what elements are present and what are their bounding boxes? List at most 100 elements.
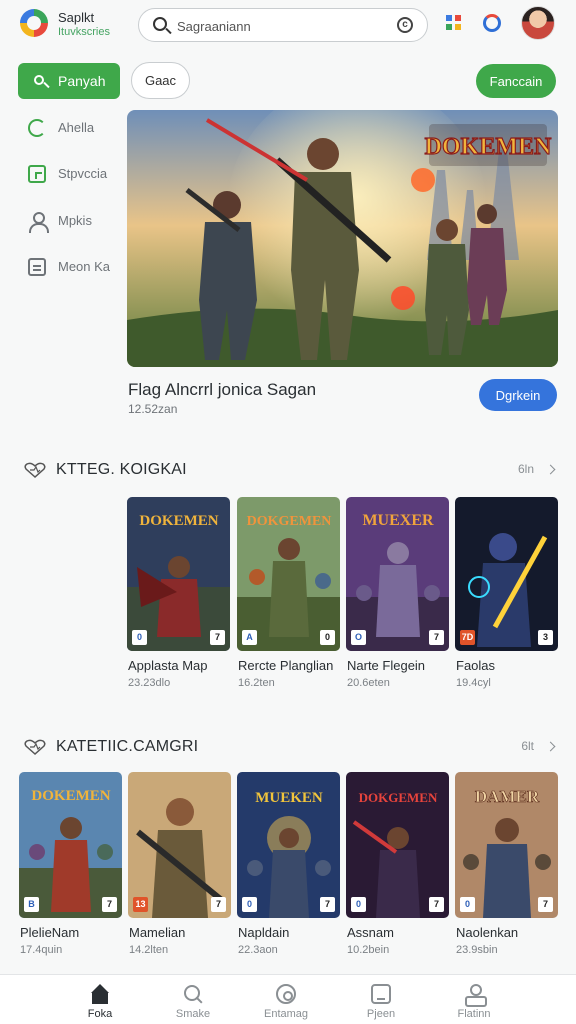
search-input[interactable] xyxy=(177,16,377,36)
app-name: Saplkt xyxy=(58,10,95,25)
card-badge-right: 7 xyxy=(320,897,335,912)
nav-item-entamag[interactable]: Entamag xyxy=(238,975,334,1024)
nav-item-pjeen[interactable]: Pjeen xyxy=(333,975,429,1024)
hero-meta: 12.52zan xyxy=(128,402,178,416)
profile-icon xyxy=(464,984,487,1007)
filter-chip[interactable]: Gaac xyxy=(131,62,190,99)
hero-title: Flag Alncrrl jonica Sagan xyxy=(128,380,317,399)
card-meta: 10.2bein xyxy=(347,944,390,956)
document-icon xyxy=(28,165,46,183)
card-badge-right: 7 xyxy=(211,897,226,912)
card-badge-left: B xyxy=(24,897,39,912)
card-logo-text: DOKGEMEN xyxy=(359,790,438,805)
card-logo-text: MUEXER xyxy=(362,512,434,529)
media-icon xyxy=(371,984,391,1004)
card-title: Rercte Planglian xyxy=(238,658,334,673)
search-key-icon xyxy=(34,75,44,85)
chevron-right-icon[interactable] xyxy=(545,741,556,752)
card-badge-right: 7 xyxy=(538,897,553,912)
card-badge-left: A xyxy=(242,630,257,645)
avatar[interactable] xyxy=(521,6,555,40)
section-header: KTTEG. KOIGKAI 6ln xyxy=(22,458,558,482)
game-thumbnail[interactable]: MUEXER O 7 xyxy=(346,497,449,651)
card-meta: 22.3aon xyxy=(238,944,278,956)
sidebar-item-label: Stpvccia xyxy=(58,166,108,181)
card-meta: 16.2ten xyxy=(238,677,275,689)
refresh-icon xyxy=(28,119,46,137)
card-logo-text: DOKEMEN xyxy=(139,513,218,529)
game-thumbnail[interactable]: DOKEMEN B 7 xyxy=(19,772,122,918)
section-header: KATETIIC.CAMGRI 6lt xyxy=(22,735,558,759)
card-badge-right: 3 xyxy=(538,630,553,645)
sidebar-item-mpkis[interactable]: Mpkis xyxy=(24,207,122,235)
game-thumbnail[interactable]: 7D 3 xyxy=(455,497,558,651)
app-logo-icon[interactable] xyxy=(20,9,48,37)
right-action-button[interactable]: Fanccain xyxy=(476,64,556,98)
nav-label: Foka xyxy=(87,1008,113,1020)
card-title: Mamelian xyxy=(129,925,186,940)
game-thumbnail[interactable]: DAMER 0 7 xyxy=(455,772,558,918)
apps-grid-icon[interactable] xyxy=(446,15,462,31)
nav-item-foka[interactable]: Foka xyxy=(52,975,148,1024)
search-icon xyxy=(183,984,203,1004)
section-title: KATETIIC.CAMGRI xyxy=(56,738,199,755)
card-logo-text: DAMER xyxy=(475,787,540,806)
card-badge-right: 7 xyxy=(429,897,444,912)
game-thumbnail[interactable]: DOKEMEN 0 7 xyxy=(127,497,230,651)
card-title: Applasta Map xyxy=(128,658,208,673)
card-title: Napldain xyxy=(238,925,290,940)
sidebar-item-stpvccia[interactable]: Stpvccia xyxy=(24,160,122,188)
app-subtitle: Ituvkscries xyxy=(58,26,110,38)
card-title: Naolenkan xyxy=(456,925,519,940)
card-meta: 14.2lten xyxy=(129,944,169,956)
card-meta: 23.9sbin xyxy=(456,944,498,956)
card-badge-left: O xyxy=(351,630,366,645)
sidebar-item-ahella[interactable]: Ahella xyxy=(24,114,122,142)
calendar-icon xyxy=(28,258,46,276)
sync-icon[interactable] xyxy=(483,14,501,32)
game-thumbnail[interactable]: MUEKEN 0 7 xyxy=(237,772,340,918)
card-meta: 20.6eten xyxy=(347,677,390,689)
game-thumbnail[interactable]: 13 7 xyxy=(128,772,231,918)
home-icon xyxy=(90,984,110,1004)
sidebar-item-label: Mpkis xyxy=(58,213,92,228)
nav-label: Pjeen xyxy=(366,1008,396,1020)
card-badge-left: 0 xyxy=(242,897,257,912)
game-thumbnail[interactable]: DOKGEMEN 0 7 xyxy=(346,772,449,918)
card-title: PlelieNam xyxy=(20,925,80,940)
nav-label: Smake xyxy=(175,1008,211,1020)
voice-search-icon[interactable]: c xyxy=(397,17,413,33)
top-bar: Saplkt Ituvkscries c xyxy=(0,0,576,52)
card-badge-left: 0 xyxy=(132,630,147,645)
card-badge-right: 0 xyxy=(320,630,335,645)
card-badge-right: 7 xyxy=(210,630,225,645)
sidebar-item-label: Meon Ka xyxy=(58,259,111,274)
bottom-nav: Foka Smake Entamag Pjeen Flatinn xyxy=(0,974,576,1024)
sidebar-item-label: Ahella xyxy=(58,120,95,135)
section-more-link[interactable]: 6lt xyxy=(521,739,534,753)
section-more-link[interactable]: 6ln xyxy=(518,462,534,476)
primary-action-label: Panyah xyxy=(58,73,106,89)
card-title: Faolas xyxy=(456,658,496,673)
nav-item-flatinn[interactable]: Flatinn xyxy=(426,975,522,1024)
nav-label: Flatinn xyxy=(457,1008,491,1020)
card-logo-text: MUEKEN xyxy=(255,790,323,806)
card-badge-right: 7 xyxy=(429,630,444,645)
nav-item-smake[interactable]: Smake xyxy=(145,975,241,1024)
search-bar[interactable]: c xyxy=(138,8,428,42)
chevron-right-icon[interactable] xyxy=(545,464,556,475)
card-badge-left: 13 xyxy=(133,897,148,912)
card-title: Narte Flegein xyxy=(347,658,426,673)
user-icon xyxy=(28,212,49,233)
card-meta: 17.4quin xyxy=(20,944,63,956)
card-badge-right: 7 xyxy=(102,897,117,912)
sidebar-item-meon-ka[interactable]: Meon Ka xyxy=(24,253,122,281)
game-thumbnail[interactable]: DOKGEMEN A 0 xyxy=(237,497,340,651)
entertainment-icon xyxy=(276,984,296,1004)
card-meta: 23.23dlo xyxy=(128,677,171,689)
primary-action-button[interactable]: Panyah xyxy=(18,63,120,99)
section-title: KTTEG. KOIGKAI xyxy=(56,461,187,478)
hero-action-button[interactable]: Dgrkein xyxy=(479,379,557,411)
nav-label: Entamag xyxy=(263,1008,309,1020)
hero-banner[interactable]: DOKEMEN xyxy=(127,110,558,367)
